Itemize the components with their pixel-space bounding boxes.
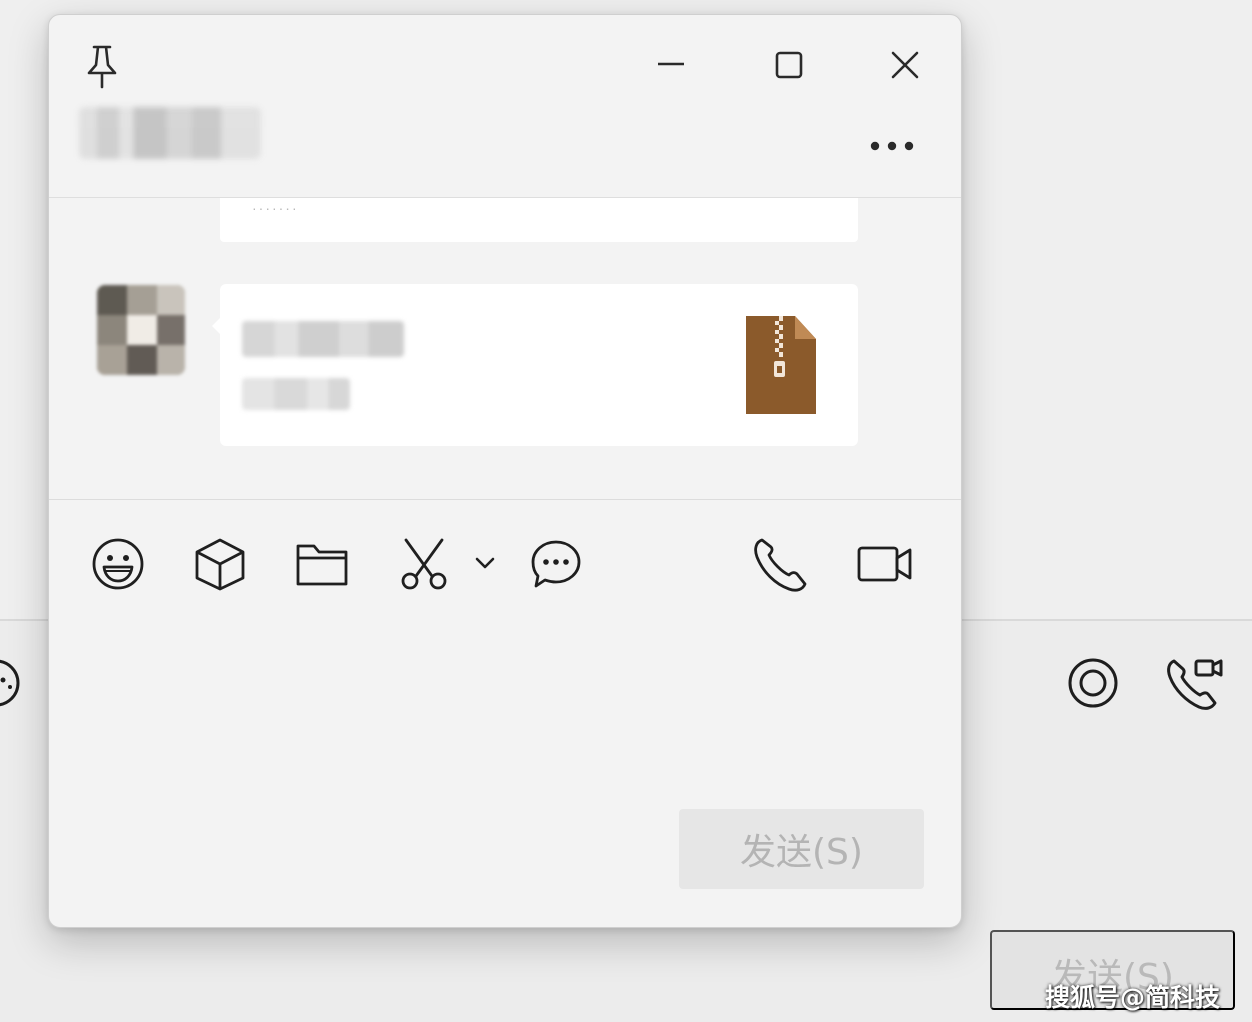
- message-bubble-partial[interactable]: ·······: [220, 198, 858, 242]
- pin-icon[interactable]: [81, 43, 123, 89]
- scissors-icon[interactable]: [395, 535, 453, 593]
- record-icon[interactable]: [1066, 656, 1120, 710]
- more-icon[interactable]: [865, 135, 919, 157]
- truncated-text: ·······: [252, 200, 299, 216]
- file-message-card[interactable]: [212, 284, 858, 446]
- send-button[interactable]: 发送(S): [679, 809, 924, 889]
- file-name-blurred: [242, 321, 404, 357]
- sticker-icon[interactable]: [191, 535, 249, 593]
- avatar[interactable]: [97, 285, 185, 375]
- video-icon[interactable]: [855, 537, 915, 591]
- contact-name-blurred: [79, 107, 261, 159]
- message-input[interactable]: [69, 615, 943, 795]
- close-icon[interactable]: [889, 49, 921, 81]
- emoji-icon[interactable]: [89, 535, 147, 593]
- phone-icon[interactable]: [749, 533, 811, 595]
- message-area-divider: [49, 499, 961, 500]
- maximize-icon[interactable]: [773, 49, 805, 81]
- chevron-down-icon[interactable]: [471, 551, 499, 575]
- folder-icon[interactable]: [293, 537, 351, 591]
- emoji-icon[interactable]: [0, 657, 22, 709]
- file-size-blurred: [242, 378, 350, 410]
- popup-chat-window: ······· 发送(S): [48, 14, 962, 928]
- video-call-icon[interactable]: [1164, 655, 1226, 713]
- minimize-icon[interactable]: [653, 49, 687, 79]
- zip-archive-icon: [743, 313, 819, 417]
- chat-bubble-icon[interactable]: [527, 535, 585, 593]
- watermark-text: 搜狐号@简科技: [1045, 983, 1221, 1012]
